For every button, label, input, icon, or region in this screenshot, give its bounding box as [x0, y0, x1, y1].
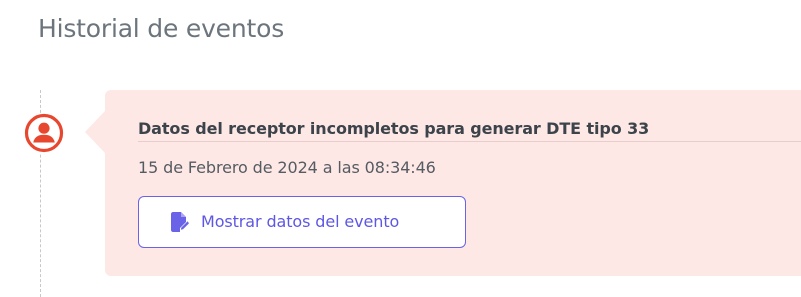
- show-event-data-label: Mostrar datos del evento: [201, 212, 400, 231]
- page-title: Historial de eventos: [38, 14, 285, 43]
- event-title: Datos del receptor incompletos para gene…: [138, 119, 650, 138]
- show-event-data-button[interactable]: Mostrar datos del evento: [138, 196, 466, 248]
- user-circle-icon: [24, 113, 64, 153]
- event-timestamp: 15 de Febrero de 2024 a las 08:34:46: [138, 158, 436, 177]
- event-divider: [138, 141, 801, 142]
- event-card: Datos del receptor incompletos para gene…: [85, 90, 801, 276]
- file-edit-icon: [170, 212, 190, 232]
